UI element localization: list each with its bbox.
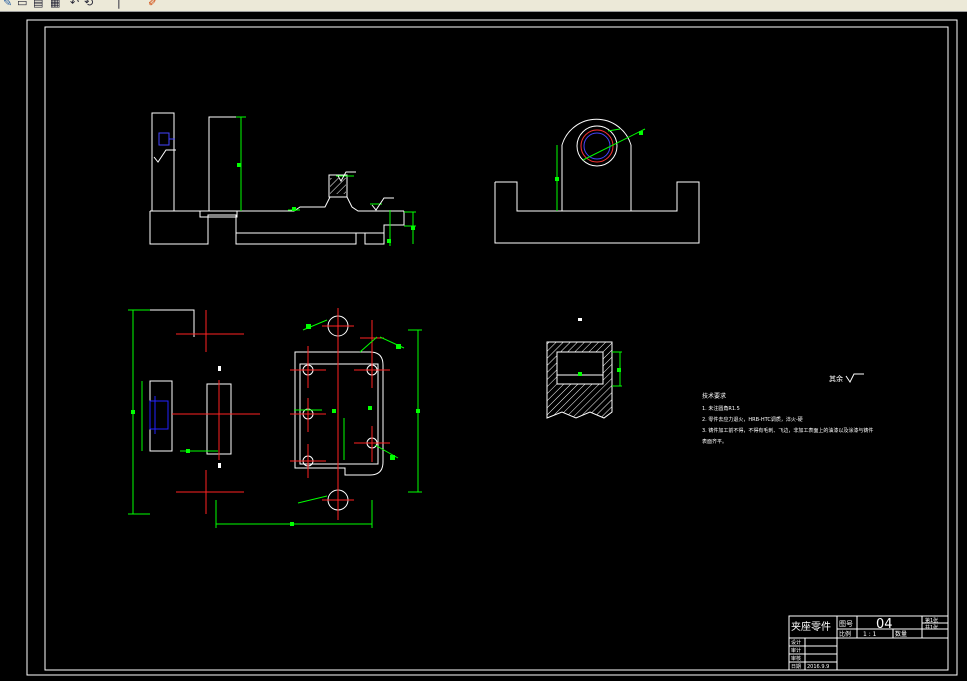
- top-hidden-lines: [149, 396, 169, 434]
- bore-circle: [580, 129, 614, 163]
- tech-req-item-1: 1. 未注圆角R1.5: [702, 405, 740, 412]
- match-properties-icon[interactable]: ▦: [50, 0, 60, 10]
- row-design: 设计: [791, 639, 801, 646]
- tech-req-title: 技术要求: [702, 392, 726, 400]
- brush-icon[interactable]: ✐: [148, 0, 157, 10]
- datum-marker: [158, 132, 175, 146]
- sheet-label-2: 共1张: [925, 624, 938, 631]
- copy-icon[interactable]: ▭: [17, 0, 27, 10]
- front-hatch: [330, 178, 346, 194]
- front-dimensions: [236, 116, 416, 246]
- qty-label: 数量: [895, 630, 907, 638]
- drawing-no: 04: [876, 617, 893, 632]
- side-dimensions: [556, 128, 646, 211]
- tech-req-item-2: 2. 零件去应力退火，HRB-HTC调质，淬火-硬: [702, 416, 803, 423]
- separator-icon: |: [117, 0, 121, 9]
- date-value: 2016.9.9: [807, 664, 829, 670]
- bore-inner-circle: [583, 132, 611, 160]
- technical-requirements: 技术要求 1. 未注圆角R1.5 2. 零件去应力退火，HRB-HTC调质，淬火…: [702, 392, 873, 445]
- redo-icon[interactable]: ⟲: [84, 0, 93, 10]
- top-centerlines: [172, 308, 390, 520]
- row-review: 审核: [791, 655, 801, 662]
- surface-finish-note: 其余: [829, 373, 864, 383]
- part-name: 夹座零件: [791, 620, 831, 633]
- drawing-canvas[interactable]: 其余 技术要求 1. 未注圆角R1.5 2. 零件去应力退火，HRB-HTC调质…: [0, 12, 967, 681]
- front-view: [149, 112, 405, 245]
- toolbar: ✎ ▭ ▤ ▦ ↶ ⟲ | ✐: [0, 0, 967, 12]
- scale-value: 1 : 1: [863, 631, 877, 638]
- scale-label: 比例: [839, 630, 851, 638]
- surface-finish-symbols-front: [153, 149, 394, 211]
- drawing-frame: [26, 19, 958, 676]
- tech-req-item-3: 3. 铸件加工前不得，不得有毛刺、飞边，非加工表面上的油漆以及涂漆与铸件: [702, 427, 873, 434]
- drawing-no-label: 图号: [839, 620, 853, 628]
- side-view: [494, 118, 700, 244]
- paste-icon[interactable]: ▤: [33, 0, 43, 10]
- top-view: [149, 309, 384, 511]
- section-view: [546, 318, 622, 419]
- sheet-label-1: 第1张: [925, 617, 938, 624]
- surface-finish-text: 其余: [829, 374, 843, 383]
- undo-icon[interactable]: ↶: [70, 0, 79, 10]
- front-dim-markers: [237, 163, 415, 243]
- side-dim-markers: [555, 131, 643, 181]
- top-dim-markers: [131, 324, 420, 526]
- pencil-icon[interactable]: ✎: [3, 0, 12, 10]
- row-audit: 审计: [791, 647, 801, 654]
- row-date: 日期: [791, 664, 801, 670]
- tech-req-item-4: 表面齐平。: [702, 438, 727, 445]
